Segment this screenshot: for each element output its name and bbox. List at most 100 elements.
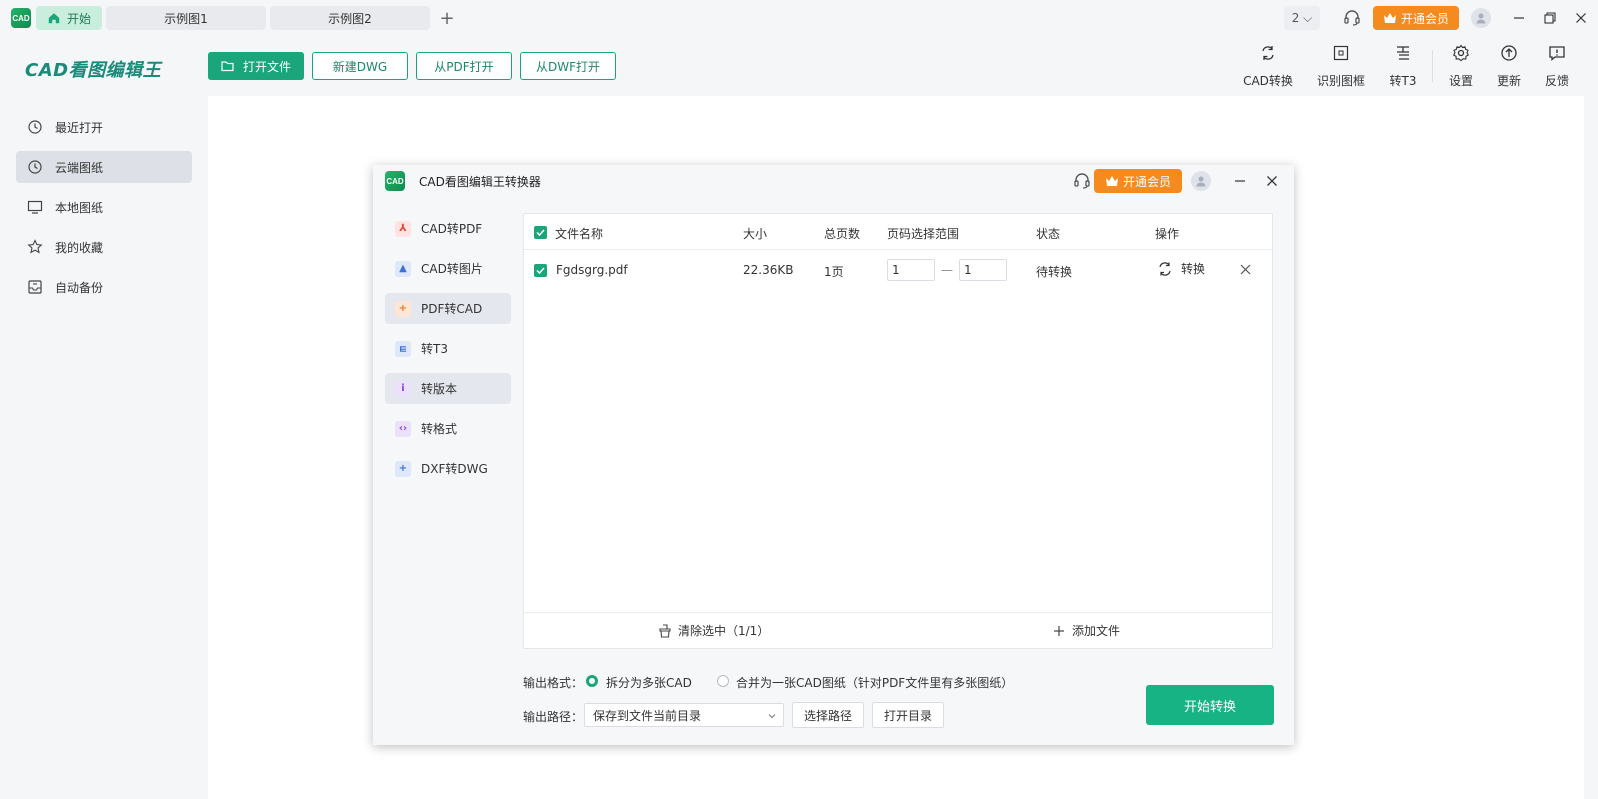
add-file-label: 添加文件 xyxy=(1072,624,1121,638)
output-format-label: 输出格式： xyxy=(523,676,584,690)
nav-to-version[interactable]: i 转版本 xyxy=(385,373,511,404)
chevron-down-icon xyxy=(768,714,776,719)
nav-label: 转格式 xyxy=(421,422,458,436)
sidebar-item-backup[interactable]: 自动备份 xyxy=(16,271,192,303)
inbox-icon xyxy=(28,280,42,294)
file-list-footer: 清除选中（1/1） 添加文件 xyxy=(524,612,1272,648)
tool-to-t3[interactable]: 转T3 xyxy=(1375,44,1431,90)
nav-to-format[interactable]: ‹› 转格式 xyxy=(385,413,511,444)
sidebar-item-label: 最近打开 xyxy=(55,120,104,135)
tool-label: 更新 xyxy=(1496,74,1521,88)
page-from-input[interactable]: 1 xyxy=(887,259,935,281)
open-file-label: 打开文件 xyxy=(242,59,291,74)
window-count-dropdown[interactable]: 2 ⌵ xyxy=(1284,6,1320,30)
sidebar-item-label: 本地图纸 xyxy=(55,200,104,215)
sidebar-item-cloud[interactable]: 云端图纸 xyxy=(16,151,192,183)
header-action: 操作 xyxy=(1155,227,1180,241)
open-file-button[interactable]: 打开文件 xyxy=(208,52,304,80)
range-dash: — xyxy=(941,263,953,277)
update-icon xyxy=(1501,45,1517,61)
tool-label: 转T3 xyxy=(1389,74,1417,88)
nav-label: 转版本 xyxy=(421,382,458,396)
user-avatar[interactable] xyxy=(1471,8,1491,28)
page-to-input[interactable]: 1 xyxy=(959,259,1007,281)
output-path-select[interactable]: 保存到文件当前目录 xyxy=(584,703,784,727)
crown-icon xyxy=(1383,13,1396,23)
add-tab-button[interactable]: + xyxy=(437,8,457,29)
tool-label: 设置 xyxy=(1448,74,1473,88)
app-logo: CAD xyxy=(11,8,31,28)
close-icon[interactable] xyxy=(1571,8,1591,28)
dialog-close-icon[interactable] xyxy=(1262,171,1282,191)
vip-label: 开通会员 xyxy=(1400,11,1449,26)
new-dwg-button[interactable]: 新建DWG xyxy=(312,52,408,80)
nav-pdf-to-cad[interactable]: + PDF转CAD xyxy=(385,293,511,324)
dialog-minimize-icon[interactable] xyxy=(1230,171,1250,191)
nav-cad-to-image[interactable]: ▲ CAD转图片 xyxy=(385,253,511,284)
radio-split[interactable] xyxy=(586,675,598,687)
open-from-dwf-button[interactable]: 从DWF打开 xyxy=(520,52,616,80)
file-name: Fgdsgrg.pdf xyxy=(556,263,628,277)
code-icon: ‹› xyxy=(395,420,411,437)
frame-icon xyxy=(1333,45,1349,61)
nav-label: CAD转PDF xyxy=(421,222,483,236)
sidebar-item-recent[interactable]: 最近打开 xyxy=(16,111,192,143)
brand-logo: CAD看图编辑王 xyxy=(25,60,162,81)
convert-icon xyxy=(1262,46,1274,60)
radio-merge[interactable] xyxy=(717,675,729,687)
start-convert-button[interactable]: 开始转换 xyxy=(1146,685,1274,725)
row-checkbox[interactable] xyxy=(534,264,547,277)
table-row: Fgdsgrg.pdf 22.36KB 1页 1 — 1 待转换 转换 xyxy=(524,250,1272,290)
output-path-value: 保存到文件当前目录 xyxy=(593,708,702,723)
tool-label: 反馈 xyxy=(1544,74,1569,88)
clock-icon xyxy=(28,120,42,134)
dialog-user-avatar[interactable] xyxy=(1191,171,1211,191)
nav-to-t3[interactable]: ㅌ 转T3 xyxy=(385,333,511,364)
open-directory-button[interactable]: 打开目录 xyxy=(872,702,944,728)
crown-icon xyxy=(1105,176,1118,186)
dialog-title: CAD看图编辑王转换器 xyxy=(419,175,541,189)
nav-cad-to-pdf[interactable]: ⅄ CAD转PDF xyxy=(385,213,511,244)
restore-icon[interactable] xyxy=(1540,8,1560,28)
header-pages: 总页数 xyxy=(824,227,861,241)
headset-icon[interactable] xyxy=(1342,8,1362,28)
add-file-button[interactable]: 添加文件 xyxy=(1052,622,1120,639)
headset-icon[interactable] xyxy=(1072,171,1092,191)
tool-cad-convert[interactable]: CAD转换 xyxy=(1240,44,1296,90)
file-size: 22.36KB xyxy=(743,263,794,277)
broom-icon xyxy=(659,623,671,638)
sidebar-item-favorites[interactable]: 我的收藏 xyxy=(16,231,192,263)
converter-dialog: CAD CAD看图编辑王转换器 开通会员 ⅄ CAD转PDF ▲ CAD转图片 … xyxy=(373,165,1294,745)
tool-feedback[interactable]: 反馈 xyxy=(1529,44,1585,90)
clear-selected-label: 清除选中（1/1） xyxy=(678,624,770,638)
sidebar-item-label: 我的收藏 xyxy=(55,240,104,255)
select-all-checkbox[interactable] xyxy=(534,226,547,239)
remove-row-icon[interactable] xyxy=(1240,264,1251,275)
dialog-vip-button[interactable]: 开通会员 xyxy=(1094,169,1182,193)
nav-dxf-to-dwg[interactable]: + DXF转DWG xyxy=(385,453,511,484)
nav-label: CAD转图片 xyxy=(421,262,483,276)
vip-label: 开通会员 xyxy=(1122,174,1171,189)
header-filename: 文件名称 xyxy=(555,227,604,241)
folder-icon xyxy=(221,61,234,72)
choose-path-button[interactable]: 选择路径 xyxy=(792,702,864,728)
t3-icon: ㅌ xyxy=(395,340,411,357)
tab-start[interactable]: 开始 xyxy=(36,6,102,30)
clear-selected-button[interactable]: 清除选中（1/1） xyxy=(658,622,769,639)
radio-merge-label: 合并为一张CAD图纸（针对PDF文件里有多张图纸） xyxy=(736,676,1014,690)
radio-split-label: 拆分为多张CAD xyxy=(606,676,692,690)
vip-button[interactable]: 开通会员 xyxy=(1373,6,1459,30)
tool-label: CAD转换 xyxy=(1243,74,1293,88)
minimize-icon[interactable] xyxy=(1509,8,1529,28)
info-icon: i xyxy=(395,380,411,397)
tool-recognize-frame[interactable]: 识别图框 xyxy=(1313,44,1369,90)
sidebar-item-local[interactable]: 本地图纸 xyxy=(16,191,192,223)
convert-label: 转换 xyxy=(1181,262,1206,276)
tab-example-1[interactable]: 示例图1 xyxy=(106,6,266,30)
tab-example-2[interactable]: 示例图2 xyxy=(270,6,430,30)
table-header: 文件名称 大小 总页数 页码选择范围 状态 操作 xyxy=(524,214,1272,250)
t3-icon xyxy=(1397,46,1409,60)
convert-row-button[interactable]: 转换 xyxy=(1157,260,1205,277)
open-from-pdf-button[interactable]: 从PDF打开 xyxy=(416,52,512,80)
file-list-panel: 文件名称 大小 总页数 页码选择范围 状态 操作 Fgdsgrg.pdf 22.… xyxy=(523,213,1273,649)
